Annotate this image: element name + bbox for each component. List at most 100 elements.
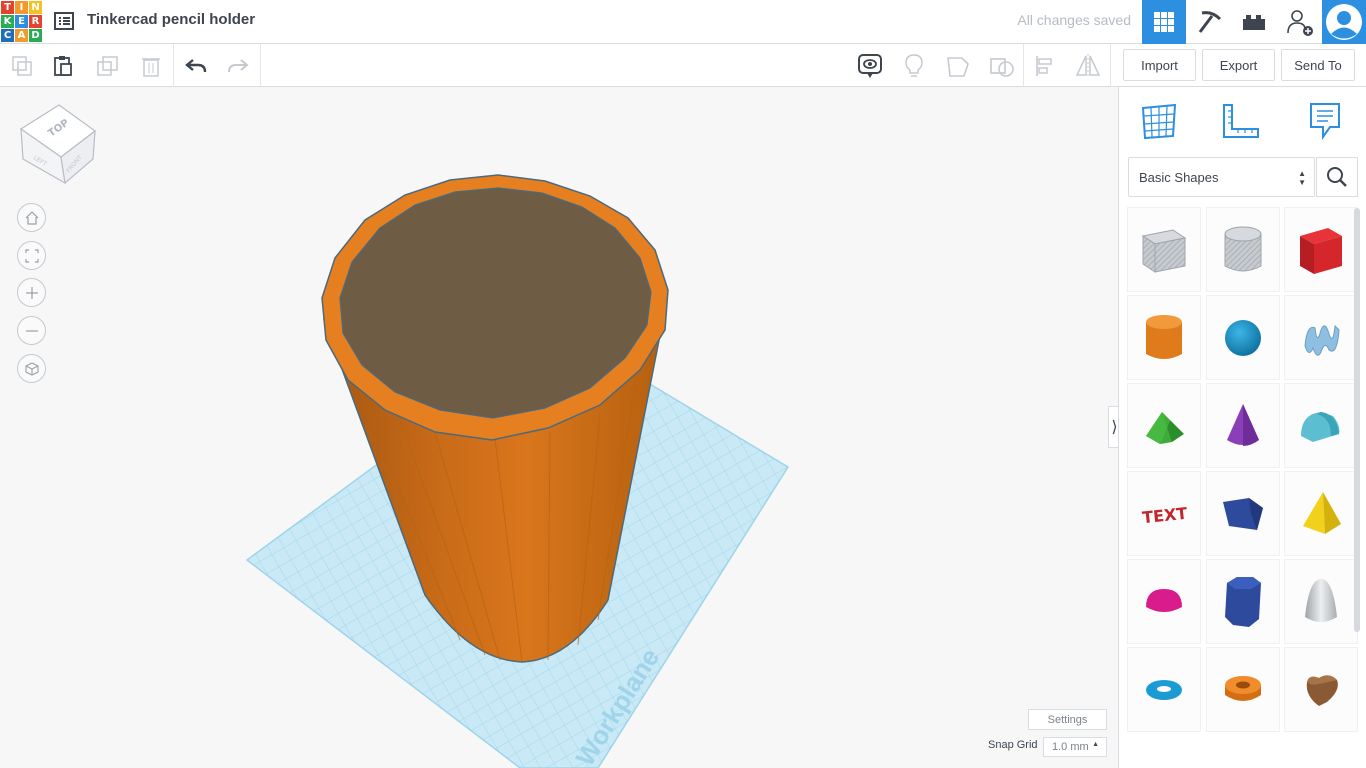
design-list-button[interactable]	[53, 10, 75, 32]
top-bar: T I N K E R C A D Tinkercad pencil holde…	[0, 0, 1366, 44]
panel-scrollbar[interactable]	[1354, 208, 1360, 632]
tinkercad-logo[interactable]: T I N K E R C A D	[1, 1, 42, 42]
group-icon	[947, 57, 969, 77]
cube-icon	[24, 361, 39, 376]
settings-button[interactable]: Settings	[1028, 709, 1107, 730]
view-cube[interactable]: TOP LEFT FRONT	[13, 101, 103, 191]
shape-box[interactable]	[1285, 208, 1357, 291]
scene[interactable]: Workplane	[0, 87, 1118, 768]
grid-icon	[1154, 12, 1174, 32]
3d-design-button[interactable]	[1142, 0, 1186, 44]
3d-viewport[interactable]: Workplane TOP LEFT FRONT Settings Snap G…	[0, 87, 1118, 768]
shape-cylinder-hole[interactable]	[1207, 208, 1279, 291]
shape-text[interactable]: TEXT	[1128, 472, 1200, 555]
round-roof-icon	[1301, 411, 1340, 442]
invite-user-button[interactable]	[1278, 0, 1322, 44]
ortho-view-button[interactable]	[17, 354, 46, 383]
shape-box-hole[interactable]	[1128, 208, 1200, 291]
add-user-icon	[1287, 10, 1313, 36]
search-icon	[1327, 167, 1347, 187]
fit-view-button[interactable]	[17, 241, 46, 270]
plus-icon	[25, 286, 38, 299]
logo-letter: N	[29, 1, 42, 14]
cylinder-icon	[1146, 314, 1182, 359]
shape-sphere[interactable]	[1207, 296, 1279, 379]
shape-half-sphere-prism[interactable]	[1207, 472, 1279, 555]
paste-icon	[54, 56, 72, 76]
toolbar: Import Export Send To	[0, 44, 1366, 87]
torus-icon	[1146, 679, 1182, 700]
notes-tool-button[interactable]	[1305, 99, 1345, 143]
snap-grid-value: 1.0 mm	[1052, 741, 1089, 753]
undo-button[interactable]	[182, 52, 210, 80]
shape-heart[interactable]	[1285, 648, 1357, 731]
workplane-icon	[1141, 103, 1177, 140]
snap-grid-select[interactable]: 1.0 mm ▲	[1043, 737, 1107, 757]
home-view-button[interactable]	[17, 203, 46, 232]
fit-icon	[24, 248, 39, 263]
box-icon	[1300, 227, 1342, 274]
shape-round-roof[interactable]	[1285, 384, 1357, 467]
zoom-in-button[interactable]	[17, 278, 46, 307]
align-icon	[1036, 56, 1052, 76]
sphere-icon	[1225, 319, 1261, 356]
text-icon: TEXT	[1141, 503, 1188, 527]
shape-paraboloid[interactable]	[1285, 560, 1357, 643]
ungroup-button[interactable]	[988, 52, 1016, 80]
copy-button[interactable]	[8, 52, 36, 80]
cylinder-hole-icon	[1224, 226, 1262, 271]
box-hole-icon	[1141, 228, 1187, 273]
duplicate-icon	[97, 56, 118, 76]
ruler-tool-button[interactable]	[1220, 99, 1260, 143]
logo-letter: R	[29, 15, 42, 28]
paste-button[interactable]	[49, 52, 77, 80]
group-button[interactable]	[944, 52, 972, 80]
logo-letter: E	[15, 15, 28, 28]
pickaxe-icon	[1198, 11, 1222, 33]
shape-half-sphere[interactable]	[1128, 560, 1200, 643]
caret-up-icon: ▲	[1092, 741, 1099, 748]
chevron-right-icon: ⟩	[1111, 419, 1118, 436]
avatar-icon	[1326, 4, 1362, 40]
pyramid-icon	[1303, 491, 1341, 534]
export-button[interactable]: Export	[1202, 49, 1275, 81]
hint-button[interactable]	[900, 52, 928, 80]
delete-button[interactable]	[137, 52, 165, 80]
import-button[interactable]: Import	[1123, 49, 1196, 81]
roof-icon	[1146, 411, 1184, 444]
svg-text:TEXT: TEXT	[1141, 503, 1188, 527]
zoom-out-button[interactable]	[17, 316, 46, 345]
design-title[interactable]: Tinkercad pencil holder	[87, 11, 255, 28]
codeblocks-button[interactable]	[1188, 0, 1232, 44]
trash-icon	[142, 58, 160, 77]
shape-scribble[interactable]	[1285, 296, 1357, 379]
workplane-tool-button[interactable]	[1139, 99, 1179, 143]
shape-pyramid[interactable]	[1285, 472, 1357, 555]
align-button[interactable]	[1032, 52, 1060, 80]
mirror-button[interactable]	[1074, 52, 1102, 80]
list-icon	[54, 12, 74, 30]
user-avatar[interactable]	[1322, 0, 1366, 44]
shape-roof[interactable]	[1128, 384, 1200, 467]
shape-category-select[interactable]: Basic Shapes ▲ ▼	[1128, 157, 1315, 197]
save-status: All changes saved	[1017, 12, 1131, 28]
shapes-panel: Basic Shapes ▲ ▼ TEXT	[1118, 87, 1366, 768]
notes-button[interactable]	[856, 52, 884, 80]
shape-cone[interactable]	[1207, 384, 1279, 467]
shape-polygon[interactable]	[1207, 560, 1279, 643]
ruler-icon	[1223, 104, 1259, 138]
logo-letter: A	[15, 29, 28, 42]
search-button[interactable]	[1316, 157, 1358, 197]
note-icon	[1310, 103, 1340, 141]
shape-torus[interactable]	[1128, 648, 1200, 731]
heart-icon	[1306, 674, 1338, 706]
send-to-button[interactable]: Send To	[1281, 49, 1355, 81]
redo-button[interactable]	[224, 52, 252, 80]
duplicate-button[interactable]	[94, 52, 122, 80]
logo-letter: C	[1, 29, 14, 42]
select-arrows-icon: ▲ ▼	[1298, 169, 1306, 187]
shape-tube[interactable]	[1207, 648, 1279, 731]
bricks-button[interactable]	[1232, 0, 1276, 44]
shape-cylinder[interactable]	[1128, 296, 1200, 379]
logo-letter: I	[15, 1, 28, 14]
